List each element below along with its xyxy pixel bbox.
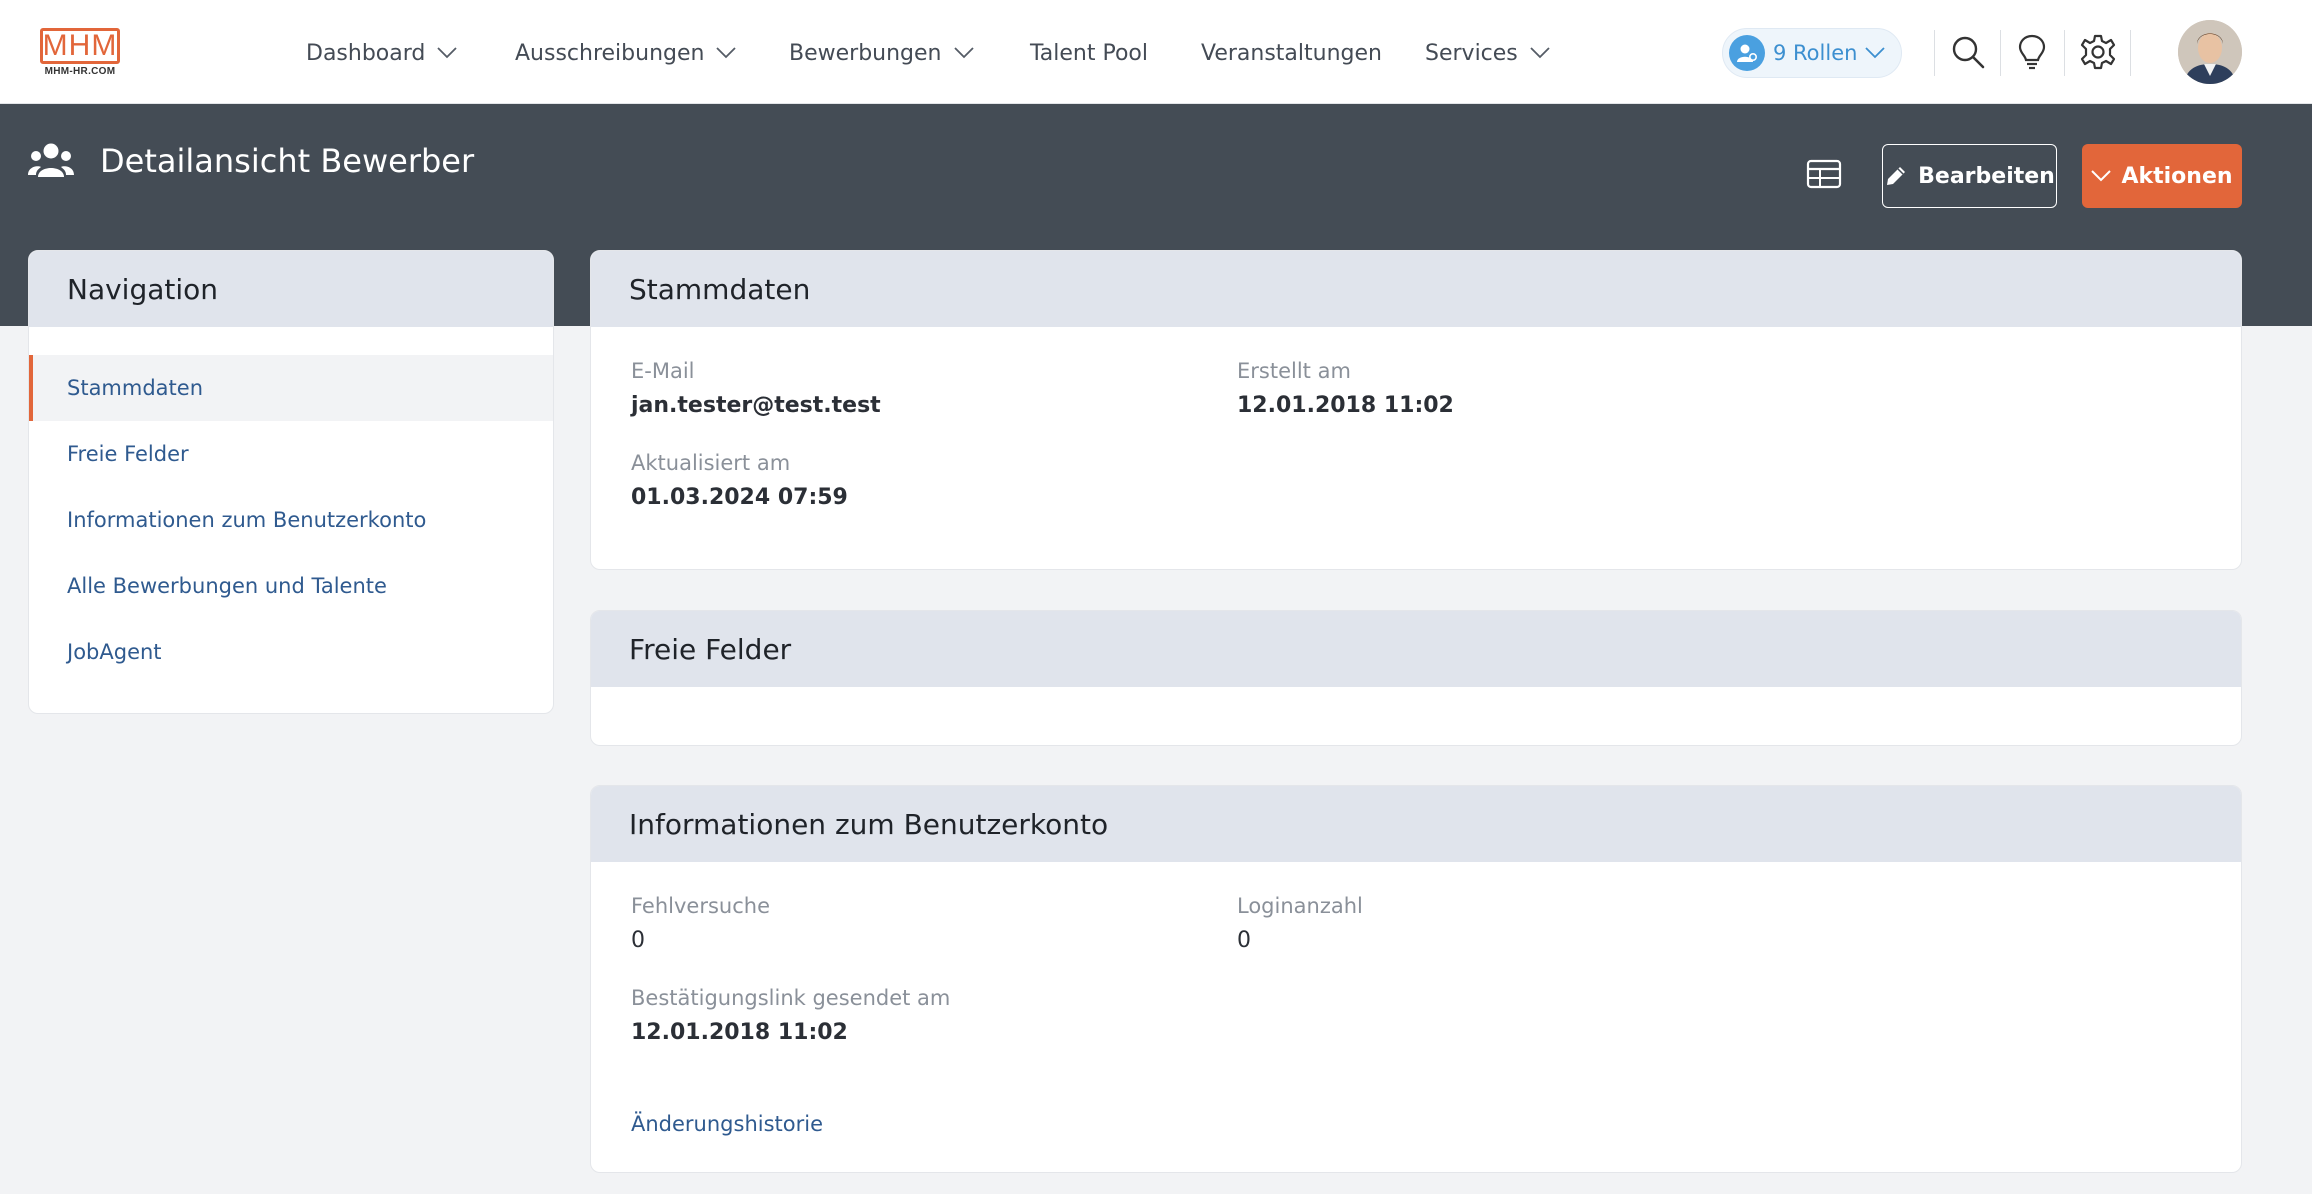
edit-button[interactable]: Bearbeiten — [1882, 144, 2057, 208]
nav-ausschreibungen[interactable]: Ausschreibungen — [515, 36, 737, 70]
nav-veranstaltungen[interactable]: Veranstaltungen — [1201, 36, 1382, 70]
nav-services[interactable]: Services — [1425, 36, 1550, 70]
user-roles-icon — [1729, 35, 1765, 71]
created-label: Erstellt am — [1237, 359, 1351, 383]
lightbulb-icon[interactable] — [2012, 32, 2052, 72]
chevron-down-icon — [437, 47, 457, 59]
divider — [1934, 30, 1935, 76]
nav-bewerbungen[interactable]: Bewerbungen — [789, 36, 974, 70]
users-icon — [28, 143, 74, 177]
chevron-down-icon — [1530, 47, 1550, 59]
roles-dropdown[interactable]: 9 Rollen — [1722, 28, 1902, 78]
login-count-value: 0 — [1237, 928, 1251, 953]
actions-button-label: Aktionen — [2121, 163, 2233, 189]
chevron-down-icon — [953, 47, 974, 59]
nav-talent-pool[interactable]: Talent Pool — [1030, 36, 1148, 70]
pencil-icon — [1887, 167, 1906, 185]
nav-veranstaltungen-label: Veranstaltungen — [1201, 40, 1382, 66]
actions-button[interactable]: Aktionen — [2082, 144, 2242, 208]
login-count-label: Loginanzahl — [1237, 894, 1363, 918]
roles-label: 9 Rollen — [1773, 41, 1858, 65]
divider — [2000, 30, 2001, 76]
sidebar-item-freie-felder[interactable]: Freie Felder — [29, 421, 553, 487]
logo-subtitle: MHM-HR.COM — [44, 66, 116, 77]
sidebar-item-jobagent[interactable]: JobAgent — [29, 619, 553, 685]
email-label: E-Mail — [631, 359, 695, 383]
stammdaten-card: Stammdaten E-Mail jan.tester@test.test E… — [590, 250, 2242, 570]
chevron-down-icon — [2091, 170, 2112, 182]
freie-felder-card: Freie Felder — [590, 610, 2242, 746]
chevron-down-icon — [716, 47, 737, 59]
confirm-link-label: Bestätigungslink gesendet am — [631, 986, 951, 1010]
page-title: Detailansicht Bewerber — [100, 142, 475, 180]
mhm-logo[interactable]: MHM MHM-HR.COM — [40, 28, 120, 78]
chevron-down-icon — [1865, 47, 1886, 59]
search-icon[interactable] — [1948, 32, 1988, 72]
navigation-card-title: Navigation — [29, 251, 553, 327]
edit-button-label: Bearbeiten — [1918, 163, 2055, 189]
updated-label: Aktualisiert am — [631, 451, 791, 475]
updated-value: 01.03.2024 07:59 — [631, 485, 848, 510]
nav-dashboard-label: Dashboard — [306, 40, 426, 66]
nav-services-label: Services — [1425, 40, 1518, 66]
stammdaten-card-title: Stammdaten — [591, 251, 2241, 327]
top-navigation-bar: MHM MHM-HR.COM Dashboard Ausschreibungen… — [0, 0, 2312, 104]
benutzerkonto-card: Informationen zum Benutzerkonto Fehlvers… — [590, 785, 2242, 1173]
sidebar-item-stammdaten[interactable]: Stammdaten — [29, 355, 553, 421]
table-view-icon[interactable] — [1806, 156, 1842, 192]
avatar[interactable] — [2178, 20, 2242, 84]
sidebar-item-bewerbungen-talente[interactable]: Alle Bewerbungen und Talente — [29, 553, 553, 619]
gear-icon[interactable] — [2078, 32, 2118, 72]
failed-logins-value: 0 — [631, 928, 645, 953]
email-value: jan.tester@test.test — [631, 393, 881, 418]
nav-dashboard[interactable]: Dashboard — [306, 36, 457, 70]
logo-mark: MHM — [40, 28, 120, 64]
change-history-link[interactable]: Änderungshistorie — [631, 1112, 823, 1136]
divider — [2064, 30, 2065, 76]
failed-logins-label: Fehlversuche — [631, 894, 771, 918]
navigation-card: Navigation Stammdaten Freie Felder Infor… — [28, 250, 554, 714]
confirm-link-value: 12.01.2018 11:02 — [631, 1020, 848, 1045]
freie-felder-card-title: Freie Felder — [591, 611, 2241, 687]
nav-bewerbungen-label: Bewerbungen — [789, 40, 942, 66]
divider — [2130, 30, 2131, 76]
page-header: Detailansicht Bewerber — [28, 136, 474, 186]
benutzerkonto-card-title: Informationen zum Benutzerkonto — [591, 786, 2241, 862]
nav-ausschreibungen-label: Ausschreibungen — [515, 40, 705, 66]
created-value: 12.01.2018 11:02 — [1237, 393, 1454, 418]
sidebar-item-benutzerkonto[interactable]: Informationen zum Benutzerkonto — [29, 487, 553, 553]
nav-talent-pool-label: Talent Pool — [1030, 40, 1149, 66]
